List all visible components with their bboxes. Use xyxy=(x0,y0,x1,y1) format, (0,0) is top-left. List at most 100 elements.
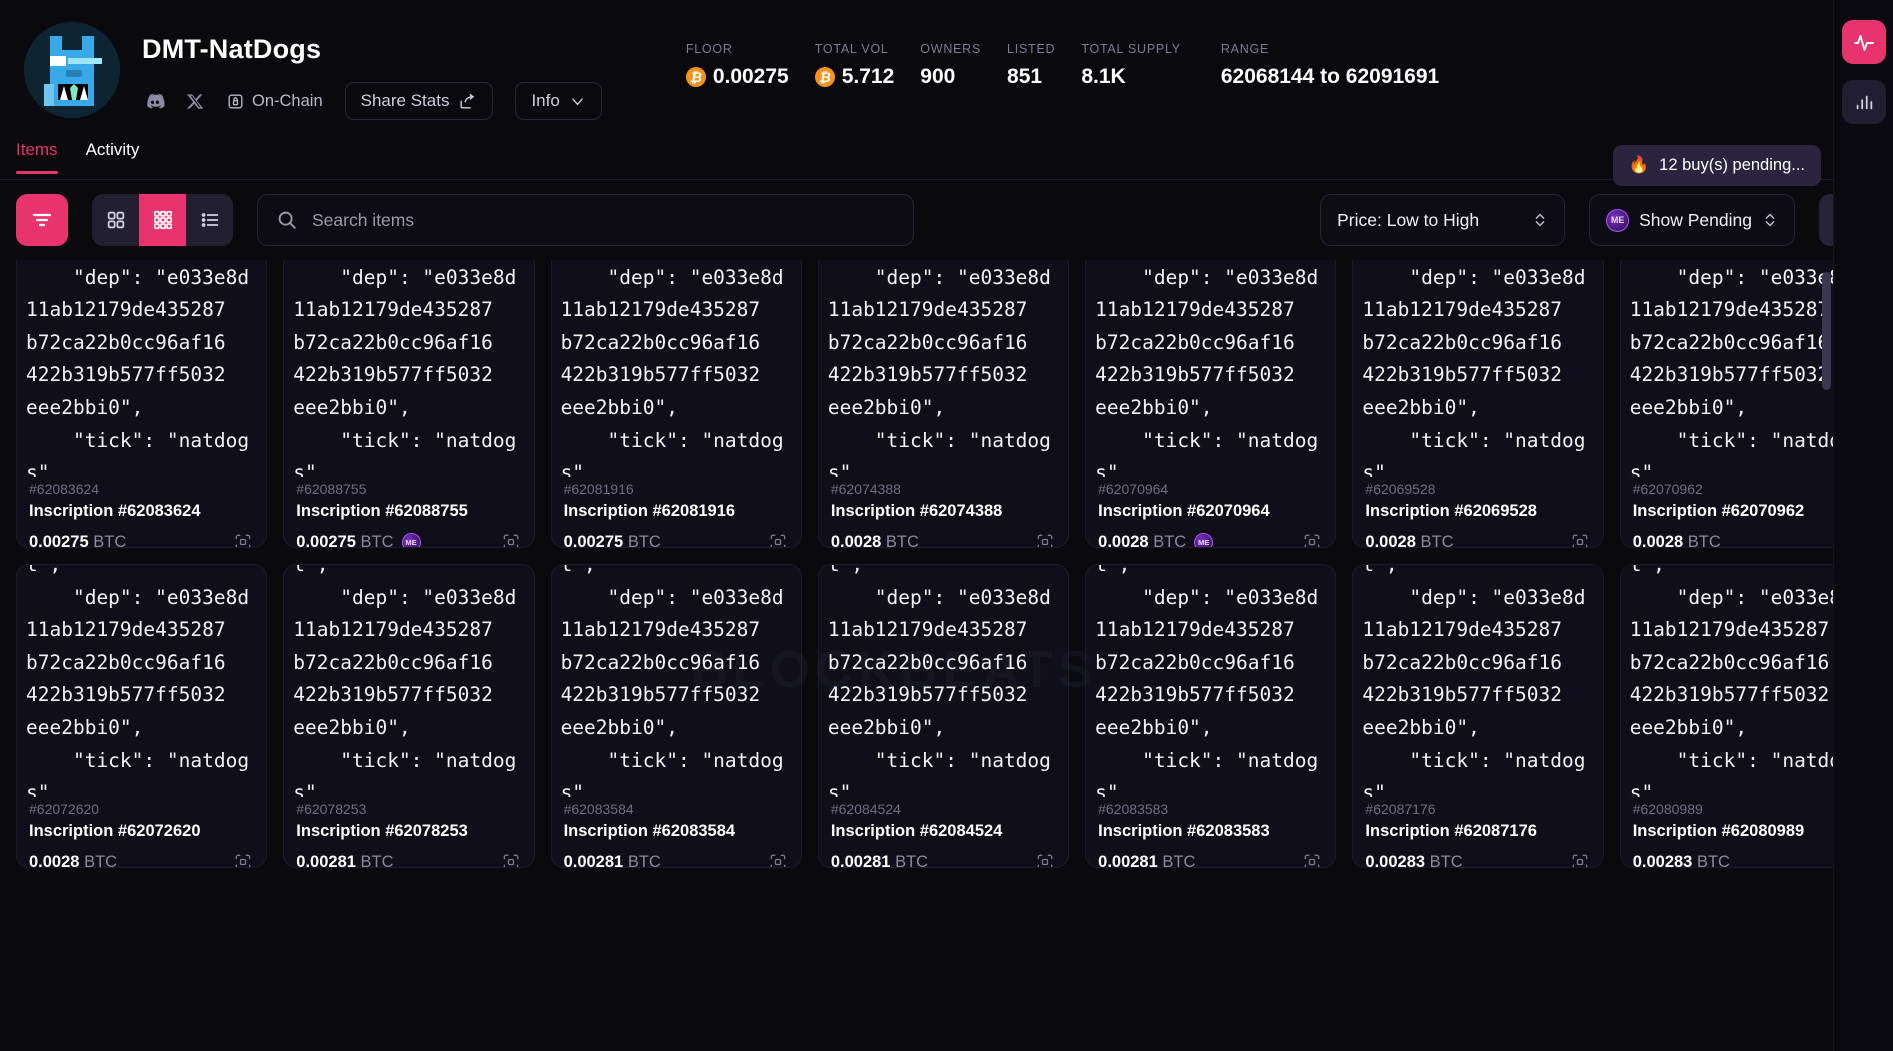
add-to-cart-icon[interactable] xyxy=(500,851,522,867)
item-card[interactable]: t", "dep": "e033e8d 11ab12179de435287 b7… xyxy=(817,564,1070,868)
item-meta: #62084524 Inscription #62084524 0.00281 BT… xyxy=(819,797,1068,867)
view-grid-large[interactable] xyxy=(92,194,139,246)
activity-feed-button[interactable] xyxy=(1841,20,1886,64)
pulse-icon xyxy=(1853,35,1874,51)
add-to-cart-icon[interactable] xyxy=(1034,531,1056,547)
item-inscription-text: t", "dep": "e033e8d 11ab12179de435287 b7… xyxy=(293,565,517,797)
item-card[interactable]: t", "dep": "e033e8d 11ab12179de435287 b7… xyxy=(550,564,802,868)
item-inscription-preview: t", "dep": "e033e8d 11ab12179de435287 b7… xyxy=(552,260,801,477)
add-to-cart-icon[interactable] xyxy=(1569,851,1591,867)
item-price: 0.00275 BTC xyxy=(564,532,661,548)
item-price-row: 0.0028 BTC xyxy=(830,531,1056,548)
item-inscription-text: t", "dep": "e033e8d 11ab12179de435287 b7… xyxy=(1095,565,1319,797)
items-toolbar: Price: Low to High ME Show Pending xyxy=(0,180,1893,260)
add-to-cart-icon[interactable] xyxy=(232,531,254,547)
item-price-unit: BTC xyxy=(1429,852,1463,868)
search-input[interactable] xyxy=(312,209,896,231)
stats-chart-button[interactable] xyxy=(1841,80,1886,124)
item-inscription-preview: t", "dep": "e033e8d 11ab12179de435287 b7… xyxy=(1353,260,1602,477)
item-price-amount: 0.00281 xyxy=(563,852,624,868)
item-inscription-preview: t", "dep": "e033e8d 11ab12179de435287 b7… xyxy=(819,260,1068,477)
item-price-row: 0.00275 BTC ME xyxy=(296,531,522,547)
item-price-unit: BTC xyxy=(360,852,394,868)
discord-icon[interactable] xyxy=(142,88,168,114)
stat-owners: OWNERS 900 xyxy=(920,42,981,89)
item-number: #62078253 xyxy=(296,801,367,817)
lock-icon xyxy=(228,93,243,109)
add-to-cart-icon[interactable] xyxy=(1034,851,1056,867)
item-price-amount: 0.0028 xyxy=(1365,532,1416,548)
item-price-unit: BTC xyxy=(93,532,127,548)
natdog-logo-icon xyxy=(24,22,120,118)
item-title: Inscription #62087176 xyxy=(1365,822,1537,840)
pending-notification[interactable]: 🔥 12 buy(s) pending... xyxy=(1612,145,1821,186)
tab-activity[interactable]: Activity xyxy=(86,140,140,173)
pending-notification-text: 12 buy(s) pending... xyxy=(1659,156,1805,174)
info-label: Info xyxy=(531,91,560,110)
item-price-unit: BTC xyxy=(1696,852,1730,868)
view-grid-small[interactable] xyxy=(139,194,186,246)
item-title: Inscription #62069528 xyxy=(1365,502,1537,520)
item-card[interactable]: t", "dep": "e033e8d 11ab12179de435287 b7… xyxy=(1352,564,1604,868)
item-price: 0.0028 BTC xyxy=(1098,532,1186,548)
item-price-row: 0.00281 BTC xyxy=(1098,851,1323,867)
add-to-cart-icon[interactable] xyxy=(767,851,789,867)
stat-label: LISTED xyxy=(1007,42,1056,56)
item-card[interactable]: t", "dep": "e033e8d 11ab12179de435287 b7… xyxy=(817,260,1070,548)
item-inscription-text: t", "dep": "e033e8d 11ab12179de435287 b7… xyxy=(827,265,1051,477)
stat-total-vol: TOTAL VOL ₿ 5.712 xyxy=(814,42,895,89)
add-to-cart-icon[interactable] xyxy=(232,851,254,867)
bitcoin-icon: ₿ xyxy=(814,67,835,87)
item-card[interactable]: t", "dep": "e033e8d 11ab12179de435287 b7… xyxy=(16,564,268,868)
item-price-amount: 0.0028 xyxy=(29,852,80,868)
stat-number: 5.712 xyxy=(841,65,895,88)
scrollbar-track[interactable] xyxy=(1822,272,1831,1032)
on-chain-button[interactable]: On-Chain xyxy=(226,92,323,111)
collection-stats: FLOOR ₿ 0.00275 TOTAL VOL ₿ 5.712 OWNERS… xyxy=(685,18,1465,89)
item-price-row: 0.00281 BTC xyxy=(831,851,1056,867)
item-title: Inscription #62083584 xyxy=(563,822,736,840)
search-box[interactable] xyxy=(257,194,915,246)
item-card[interactable]: t", "dep": "e033e8d 11ab12179de435287 b7… xyxy=(16,260,268,548)
item-price-unit: BTC xyxy=(1420,532,1454,548)
stat-total-supply: TOTAL SUPPLY 8.1K xyxy=(1081,42,1181,89)
item-meta: #62070964 Inscription #62070964 0.0028 BTC… xyxy=(1086,477,1335,548)
list-icon xyxy=(201,213,218,227)
info-dropdown[interactable]: Info xyxy=(515,82,602,120)
item-card[interactable]: t", "dep": "e033e8d 11ab12179de435287 b7… xyxy=(1352,260,1604,548)
view-list[interactable] xyxy=(186,194,233,246)
item-price: 0.00281 BTC xyxy=(563,852,661,868)
item-card[interactable]: t", "dep": "e033e8d 11ab12179de435287 b7… xyxy=(283,260,535,548)
item-inscription-preview: t", "dep": "e033e8d 11ab12179de435287 b7… xyxy=(17,260,266,477)
tab-items[interactable]: Items xyxy=(16,140,58,174)
main-tabs: Items Activity xyxy=(0,140,1893,180)
item-card[interactable]: t", "dep": "e033e8d 11ab12179de435287 b7… xyxy=(1085,260,1337,548)
item-card[interactable]: t", "dep": "e033e8d 11ab12179de435287 b7… xyxy=(283,564,535,868)
item-price-amount: 0.0028 xyxy=(1632,532,1684,548)
item-meta: #62087176 Inscription #62087176 0.00283 BT… xyxy=(1353,797,1602,868)
item-card[interactable]: t", "dep": "e033e8d 11ab12179de435287 b7… xyxy=(550,260,802,548)
share-icon xyxy=(460,93,475,109)
add-to-cart-icon[interactable] xyxy=(1569,531,1591,547)
scrollbar-thumb[interactable] xyxy=(1822,272,1831,390)
item-title: Inscription #62088755 xyxy=(296,502,468,520)
add-to-cart-icon[interactable] xyxy=(1301,531,1323,547)
filter-button[interactable] xyxy=(16,194,68,246)
item-price-amount: 0.0028 xyxy=(830,532,882,548)
sort-select[interactable]: Price: Low to High xyxy=(1320,194,1566,246)
item-inscription-preview: t", "dep": "e033e8d 11ab12179de435287 b7… xyxy=(552,565,801,797)
item-price-row: 0.00275 BTC xyxy=(29,531,254,548)
x-twitter-icon[interactable] xyxy=(182,88,208,114)
item-price-unit: BTC xyxy=(627,532,661,548)
item-price-row: 0.0028 BTC ME xyxy=(1098,531,1323,548)
chevron-updown-icon xyxy=(1535,213,1545,227)
show-pending-select[interactable]: ME Show Pending xyxy=(1589,194,1795,246)
share-stats-button[interactable]: Share Stats xyxy=(344,82,494,120)
add-to-cart-icon[interactable] xyxy=(500,531,522,547)
item-title: Inscription #62083624 xyxy=(29,502,201,520)
add-to-cart-icon[interactable] xyxy=(767,531,789,547)
item-card[interactable]: t", "dep": "e033e8d 11ab12179de435287 b7… xyxy=(1085,564,1337,868)
item-number: #62074388 xyxy=(830,481,901,497)
item-price-amount: 0.0028 xyxy=(1098,532,1149,548)
add-to-cart-icon[interactable] xyxy=(1301,851,1323,867)
